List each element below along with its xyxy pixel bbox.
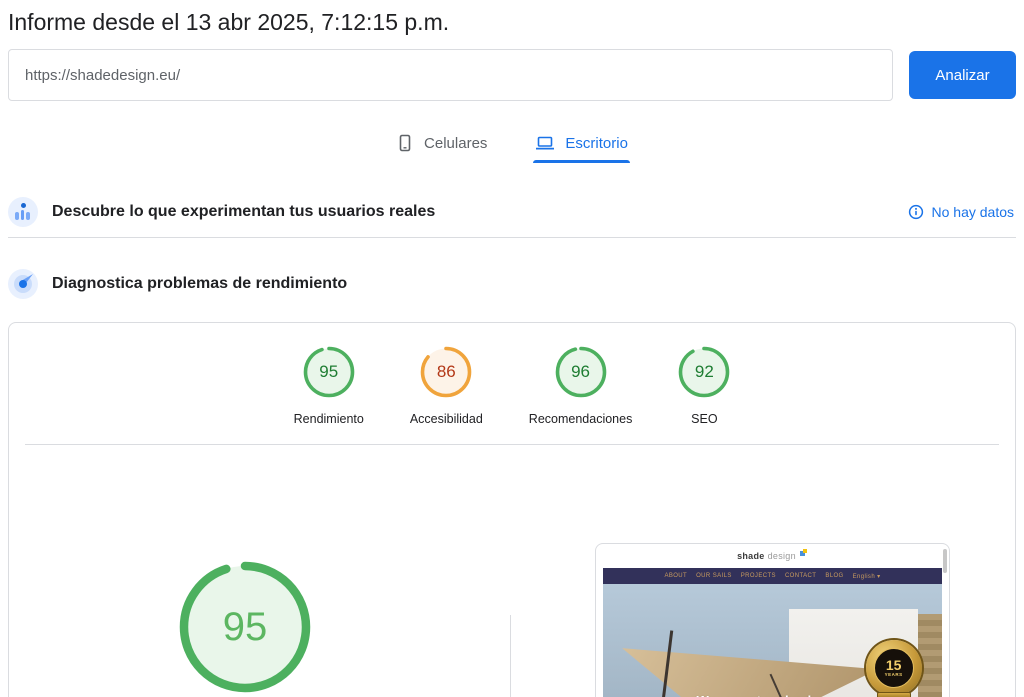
vertical-divider bbox=[510, 615, 511, 697]
active-tab-underline bbox=[533, 160, 630, 163]
tab-escritorio[interactable]: Escritorio bbox=[533, 128, 630, 163]
accesibilidad-score: 86 bbox=[420, 346, 472, 398]
performance-main-score: 95 bbox=[178, 560, 312, 694]
performance-main-gauge: 95 bbox=[178, 560, 312, 694]
recomendaciones-score: 96 bbox=[555, 346, 607, 398]
site-nav-about: ABOUT bbox=[664, 573, 687, 579]
url-analyze-row: Analizar bbox=[8, 49, 1016, 101]
site-nav-language: English ▾ bbox=[853, 573, 881, 580]
report-title: Informe desde el 13 abr 2025, 7:12:15 p.… bbox=[8, 9, 1016, 36]
tab-celulares[interactable]: Celulares bbox=[394, 128, 489, 163]
analyze-button[interactable]: Analizar bbox=[909, 51, 1016, 99]
rendimiento-score: 95 bbox=[303, 346, 355, 398]
device-tabs: Celulares Escritorio bbox=[8, 128, 1016, 163]
site-nav-bar: ABOUT OUR SAILS PROJECTS CONTACT BLOG En… bbox=[603, 568, 942, 584]
lab-data-title: Diagnostica problemas de rendimiento bbox=[52, 275, 347, 293]
hero-text: We create shade Shade sail are ideal to … bbox=[603, 693, 915, 697]
tab-escritorio-label: Escritorio bbox=[565, 135, 628, 152]
performance-detail-area: 95 shade design ABOUT OUR SAILS PROJECTS… bbox=[9, 445, 1015, 697]
site-hero-image: 15 YEARS We create shade Shade sail are … bbox=[603, 584, 942, 697]
seo-label: SEO bbox=[691, 412, 717, 426]
site-screenshot-thumbnail[interactable]: shade design ABOUT OUR SAILS PROJECTS CO… bbox=[595, 543, 950, 697]
rendimiento-label: Rendimiento bbox=[294, 412, 364, 426]
rendimiento-gauge: 95 bbox=[303, 346, 355, 398]
accesibilidad-label: Accesibilidad bbox=[410, 412, 483, 426]
field-data-section-header[interactable]: Descubre lo que experimentan tus usuario… bbox=[8, 186, 1016, 238]
site-logo: shade design bbox=[596, 544, 949, 568]
no-data-status: No hay datos bbox=[908, 204, 1015, 220]
no-data-label: No hay datos bbox=[932, 204, 1015, 220]
score-rendimiento[interactable]: 95 Rendimiento bbox=[294, 346, 364, 426]
pagespeed-report-page: Informe desde el 13 abr 2025, 7:12:15 p.… bbox=[0, 9, 1024, 697]
seo-gauge: 92 bbox=[678, 346, 730, 398]
recomendaciones-gauge: 96 bbox=[555, 346, 607, 398]
seo-score: 92 bbox=[678, 346, 730, 398]
speedometer-icon bbox=[8, 269, 38, 299]
alert-info-icon bbox=[908, 204, 924, 220]
site-nav-our-sails: OUR SAILS bbox=[696, 573, 732, 579]
accesibilidad-gauge: 86 bbox=[420, 346, 472, 398]
tab-celulares-label: Celulares bbox=[424, 135, 487, 152]
hero-heading: We create shade bbox=[603, 693, 915, 697]
smartphone-icon bbox=[396, 134, 414, 152]
site-nav-blog: BLOG bbox=[825, 573, 843, 579]
score-accesibilidad[interactable]: 86 Accesibilidad bbox=[410, 346, 483, 426]
score-recomendaciones[interactable]: 96 Recomendaciones bbox=[529, 346, 633, 426]
url-input[interactable] bbox=[9, 67, 892, 84]
users-insights-icon bbox=[8, 197, 38, 227]
field-data-title: Descubre lo que experimentan tus usuario… bbox=[52, 203, 435, 221]
score-seo[interactable]: 92 SEO bbox=[678, 346, 730, 426]
lighthouse-result-card: 95 Rendimiento 86 Accesibilidad bbox=[8, 322, 1016, 697]
category-scores-row: 95 Rendimiento 86 Accesibilidad bbox=[9, 323, 1015, 426]
site-nav-projects: PROJECTS bbox=[741, 573, 776, 579]
anniversary-badge: 15 YEARS bbox=[866, 640, 922, 696]
laptop-icon bbox=[535, 134, 555, 152]
recomendaciones-label: Recomendaciones bbox=[529, 412, 633, 426]
lab-data-section-header: Diagnostica problemas de rendimiento bbox=[8, 262, 1016, 306]
site-logo-icon bbox=[800, 549, 808, 557]
site-nav-contact: CONTACT bbox=[785, 573, 816, 579]
thumbnail-scrollbar[interactable] bbox=[943, 549, 947, 573]
url-input-container bbox=[8, 49, 893, 101]
